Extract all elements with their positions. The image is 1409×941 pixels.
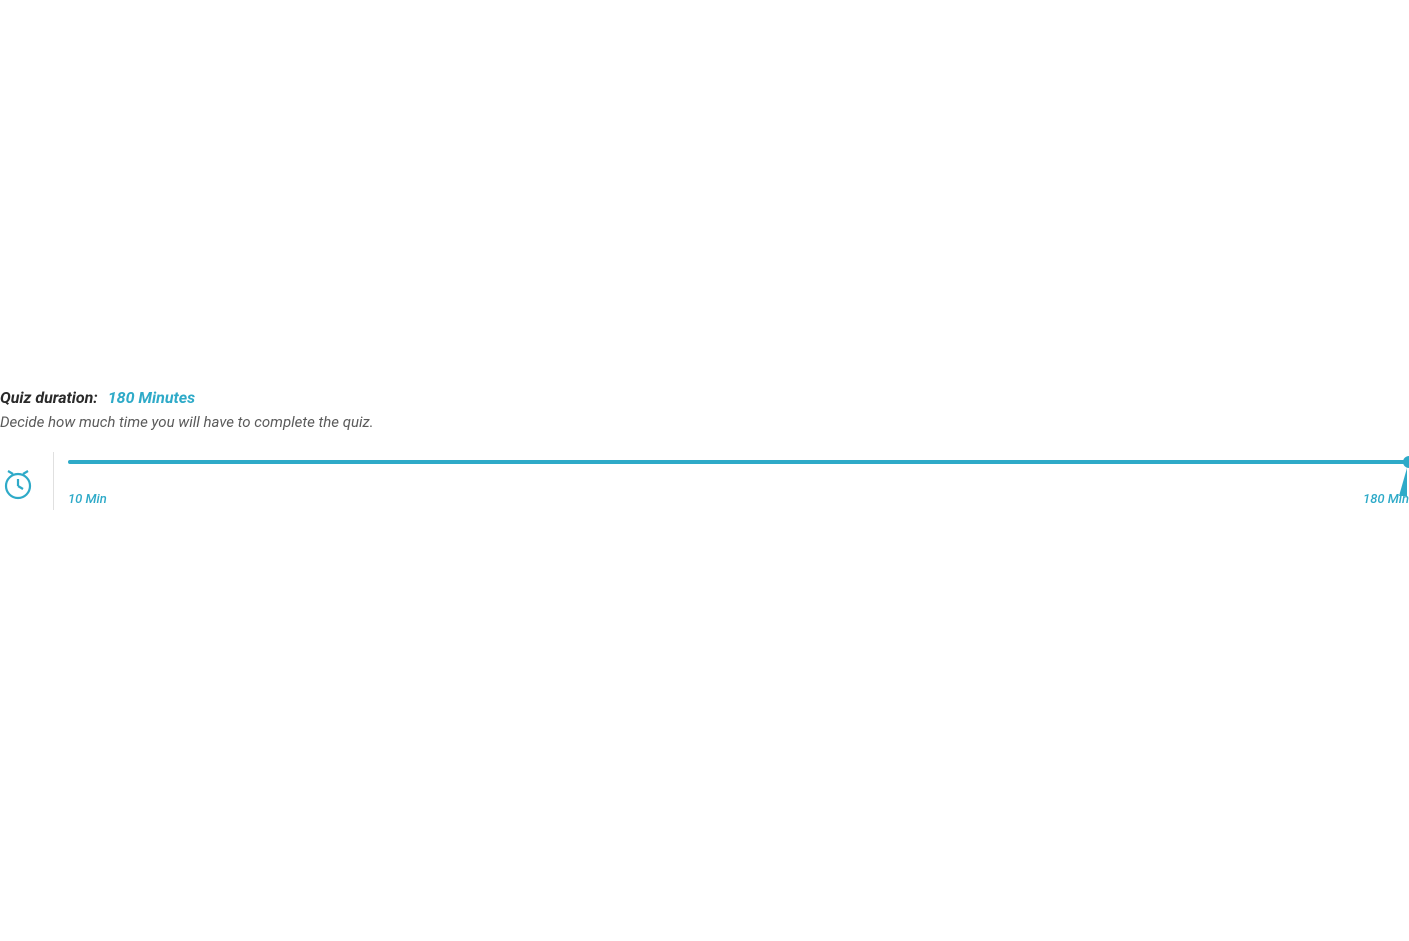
duration-description: Decide how much time you will have to co… — [0, 413, 1409, 431]
slider-labels: 10 Min 180 Min — [68, 492, 1409, 507]
quiz-duration-section: Quiz duration: 180 Minutes Decide how mu… — [0, 388, 1409, 431]
slider-track[interactable] — [68, 460, 1409, 464]
slider-min-label: 10 Min — [68, 492, 107, 507]
duration-header: Quiz duration: 180 Minutes — [0, 388, 1409, 407]
duration-label: Quiz duration: — [0, 388, 98, 407]
duration-slider-row: 10 Min 180 Min — [0, 452, 1409, 510]
slider-divider — [53, 452, 54, 510]
duration-value: 180 Minutes — [108, 388, 195, 407]
slider-marker-icon[interactable] — [1399, 468, 1407, 496]
clock-icon — [0, 466, 36, 502]
slider-thumb[interactable] — [1403, 456, 1409, 468]
duration-slider[interactable]: 10 Min 180 Min — [68, 452, 1409, 507]
